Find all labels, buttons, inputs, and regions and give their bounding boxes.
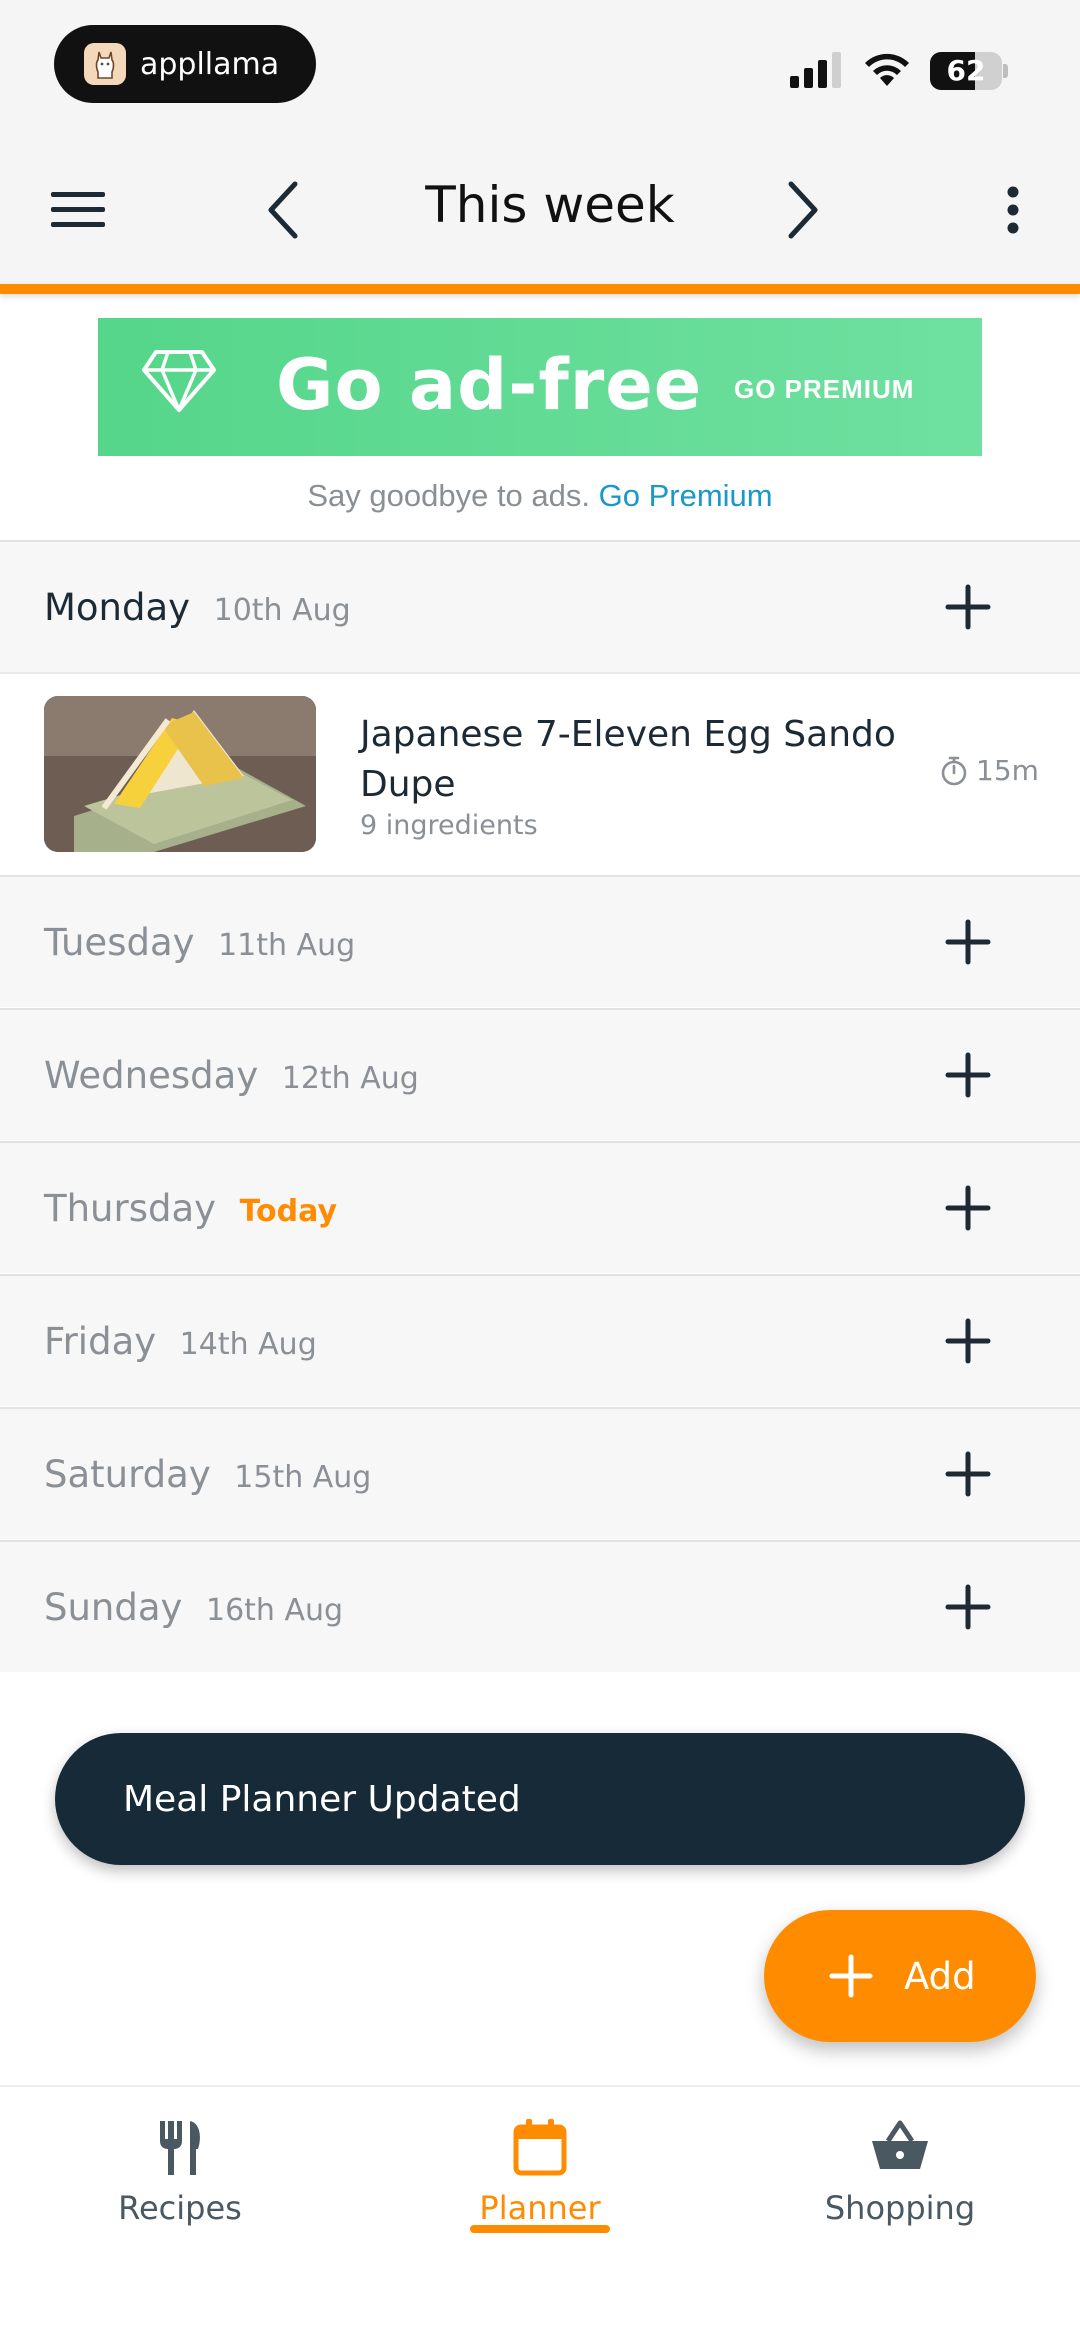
chevron-left-icon [268,181,297,238]
day-row-tuesday: Tuesday 11th Aug [0,875,1080,1007]
go-premium-link[interactable]: Go Premium [599,478,773,513]
day-row-thursday: Thursday Today [0,1141,1080,1273]
day-label: Thursday Today [44,1186,338,1230]
ad-subtext-message: Say goodbye to ads. [307,478,591,513]
day-row-sunday: Sunday 16th Aug [0,1540,1080,1672]
day-row-monday: Monday 10th Aug [0,540,1080,672]
nav-label: Planner [479,2189,601,2227]
accent-divider [0,284,1080,294]
meal-time: 15m [940,754,1039,787]
diamond-icon [142,350,216,412]
day-row-wednesday: Wednesday 12th Aug [0,1008,1080,1140]
meal-time-value: 15m [976,754,1039,787]
nav-label: Recipes [118,2189,242,2227]
more-options-button[interactable] [975,172,1050,247]
nav-shopping[interactable]: Shopping [770,2115,1030,2245]
bottom-navigation: Recipes Planner Shopping [0,2085,1080,2337]
day-date: 14th Aug [179,1326,317,1362]
meal-title: Japanese 7-Eleven Egg Sando Dupe [360,714,896,805]
app-pill[interactable]: appllama [54,25,316,103]
add-fab-button[interactable]: Add [764,1910,1036,2042]
day-date: 15th Aug [234,1459,372,1495]
day-label: Wednesday 12th Aug [44,1053,419,1097]
day-row-saturday: Saturday 15th Aug [0,1407,1080,1539]
fab-label: Add [904,1954,976,1998]
add-meal-friday-button[interactable] [936,1309,1000,1373]
chevron-right-icon [788,181,817,238]
page-title: This week [425,176,675,234]
calendar-icon [513,2119,567,2176]
ad-banner[interactable]: Go ad-free GO PREMIUM [98,318,1025,456]
plus-icon [829,1954,873,1998]
today-badge: Today [239,1193,338,1229]
nav-recipes[interactable]: Recipes [50,2115,310,2245]
add-meal-sunday-button[interactable] [936,1575,1000,1639]
ad-subtext: Say goodbye to ads. Go Premium [0,478,1080,514]
add-meal-thursday-button[interactable] [936,1176,1000,1240]
battery-icon: 62 [930,52,1008,90]
status-bar: appllama 62 [0,0,1080,130]
meal-item[interactable]: Japanese 7-Eleven Egg Sando Dupe 9 ingre… [0,672,1080,876]
add-meal-wednesday-button[interactable] [936,1043,1000,1107]
previous-week-button[interactable] [245,172,320,247]
add-meal-saturday-button[interactable] [936,1442,1000,1506]
menu-button[interactable] [40,172,115,247]
chevron-right-icon [1011,375,1025,399]
battery-percent: 62 [946,54,986,87]
next-week-button[interactable] [765,172,840,247]
snackbar: Meal Planner Updated [55,1733,1025,1865]
fork-knife-icon [160,2121,200,2175]
day-row-friday: Friday 14th Aug [0,1274,1080,1406]
add-meal-monday-button[interactable] [936,575,1000,639]
llama-logo-icon [84,43,126,85]
meal-ingredients: 9 ingredients [360,810,538,841]
day-date: 12th Aug [281,1060,419,1096]
day-label: Tuesday 11th Aug [44,920,356,964]
day-label: Friday 14th Aug [44,1319,317,1363]
cellular-signal-icon [790,52,841,88]
day-label: Sunday 16th Aug [44,1585,344,1629]
snackbar-message: Meal Planner Updated [123,1778,521,1820]
add-meal-tuesday-button[interactable] [936,910,1000,974]
nav-label: Shopping [824,2189,976,2227]
more-vertical-icon [1007,186,1018,233]
top-app-bar: This week [0,130,1080,294]
day-date: 10th Aug [213,592,351,628]
day-label: Saturday 15th Aug [44,1452,372,1496]
ad-headline: Go ad-free [276,344,703,426]
wifi-icon [865,53,909,86]
hamburger-icon [50,191,105,227]
day-label: Monday 10th Aug [44,585,351,629]
basket-icon [872,2120,928,2169]
active-tab-indicator [470,2225,610,2233]
app-pill-name: appllama [140,46,280,82]
day-date: 11th Aug [218,927,356,963]
day-date: 16th Aug [205,1592,344,1628]
go-premium-cta: GO PREMIUM [734,374,915,404]
stopwatch-icon [941,756,967,785]
meal-thumbnail [44,696,316,852]
